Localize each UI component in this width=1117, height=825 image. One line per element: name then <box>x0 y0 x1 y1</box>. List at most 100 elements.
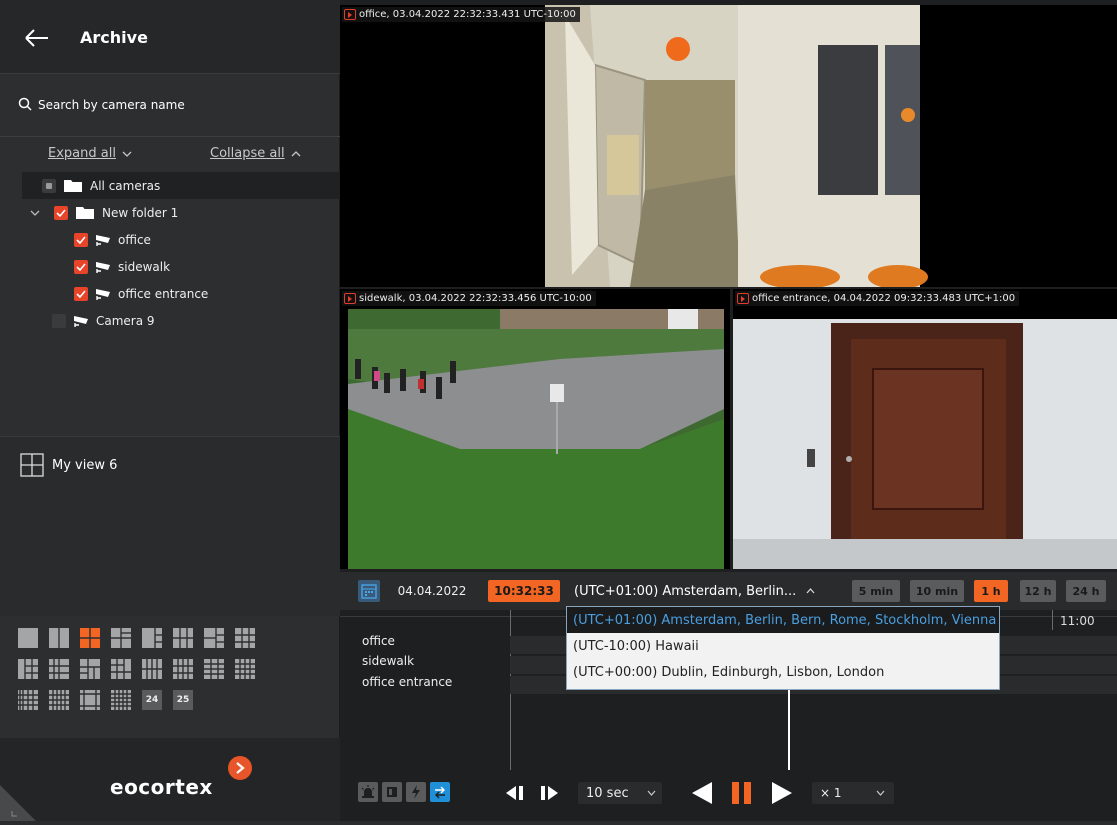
camera-icon <box>96 234 110 246</box>
scale-5min-button[interactable]: 5 min <box>852 580 900 602</box>
video-label-text: sidewalk, 03.04.2022 22:32:33.456 UTC-10… <box>359 293 592 304</box>
tree-item-label: sidewalk <box>118 259 171 274</box>
chevron-up-icon <box>806 588 815 594</box>
checkbox-partial[interactable] <box>42 178 56 193</box>
archive-record-icon <box>344 293 356 304</box>
video-tile-office[interactable]: office, 03.04.2022 22:32:33.431 UTC-10:0… <box>340 5 1117 287</box>
layout-option-icon[interactable] <box>18 659 38 679</box>
layout-option-icon[interactable] <box>80 628 100 648</box>
timezone-option[interactable]: (UTC+00:00) Dublin, Edinburgh, Lisbon, L… <box>567 659 999 685</box>
layout-option-icon[interactable] <box>111 690 131 710</box>
layout-option-icon[interactable] <box>235 628 255 648</box>
pause-icon[interactable] <box>730 780 754 810</box>
events-icon[interactable] <box>406 782 426 802</box>
chevron-down-icon <box>876 790 884 796</box>
layout-option-icon[interactable] <box>204 628 224 648</box>
folder-icon <box>76 207 94 219</box>
views-panel: My view 6 <box>0 436 340 616</box>
camera-icon <box>96 261 110 273</box>
calendar-icon[interactable] <box>358 580 380 602</box>
collapse-all-link[interactable]: Collapse all <box>210 146 301 161</box>
scale-1h-button[interactable]: 1 h <box>974 580 1008 602</box>
tree-item-office-entrance[interactable]: office entrance <box>22 280 340 307</box>
timeline-camera-label: office entrance <box>362 675 453 689</box>
timezone-dropdown: (UTC+01:00) Amsterdam, Berlin, Bern, Rom… <box>566 606 1000 690</box>
timezone-value: (UTC+01:00) Amsterdam, Berlin... <box>574 583 797 599</box>
grid-view-icon <box>20 453 44 477</box>
layout-option-number[interactable]: 25 <box>173 690 193 710</box>
bookmark-icon[interactable] <box>382 782 402 802</box>
alarm-icon[interactable] <box>358 782 378 802</box>
tree-item-office[interactable]: office <box>22 226 340 253</box>
search-placeholder: Search by camera name <box>38 98 185 112</box>
layout-option-icon[interactable] <box>173 628 193 648</box>
expand-all-link[interactable]: Expand all <box>48 146 132 161</box>
resize-corner-icon[interactable] <box>0 785 36 821</box>
speed-select[interactable]: × 1 <box>812 782 894 804</box>
play-icon[interactable] <box>770 780 794 810</box>
layout-option-icon[interactable] <box>18 628 38 648</box>
checkbox-checked[interactable] <box>74 259 88 274</box>
timezone-option[interactable]: (UTC-10:00) Hawaii <box>567 633 999 659</box>
play-reverse-icon[interactable] <box>690 780 714 810</box>
layout-option-icon[interactable] <box>80 690 100 710</box>
step-back-icon[interactable] <box>502 784 526 806</box>
camera-tree: All cameras New folder 1 office sidewalk… <box>22 172 340 334</box>
step-select[interactable]: 10 sec <box>578 782 662 804</box>
layout-option-icon[interactable] <box>111 659 131 679</box>
brand-logo-icon <box>228 756 252 780</box>
layout-option-icon[interactable] <box>142 628 162 648</box>
layout-option-icon[interactable] <box>18 690 38 710</box>
camera-icon <box>74 315 88 327</box>
tree-item-camera-9[interactable]: Camera 9 <box>22 307 340 334</box>
sidebar-header: Archive <box>0 0 340 74</box>
layout-option-icon[interactable] <box>142 659 162 679</box>
search-icon <box>18 97 32 114</box>
tree-item-label: Camera 9 <box>96 313 155 328</box>
step-value: 10 sec <box>586 785 629 801</box>
step-forward-icon[interactable] <box>538 784 562 806</box>
video-label-text: office entrance, 04.04.2022 09:32:33.483… <box>752 293 1016 304</box>
divider <box>0 136 340 137</box>
tree-item-new-folder-1[interactable]: New folder 1 <box>22 199 340 226</box>
layout-option-icon[interactable] <box>235 659 255 679</box>
timeline-tick-label: 11:00 <box>1060 614 1095 628</box>
back-arrow-icon[interactable] <box>22 25 52 51</box>
main-area: office, 03.04.2022 22:32:33.431 UTC-10:0… <box>340 0 1117 821</box>
collapse-all-label: Collapse all <box>210 146 285 161</box>
video-frame <box>340 289 730 569</box>
camera-search-input[interactable]: Search by camera name <box>18 95 318 115</box>
tree-item-label: office entrance <box>118 286 209 301</box>
date-field[interactable]: 04.04.2022 <box>388 580 476 602</box>
view-item[interactable]: My view 6 <box>20 453 117 477</box>
layout-option-number[interactable]: 24 <box>142 690 162 710</box>
timeline-tick <box>1052 610 1053 630</box>
video-label: sidewalk, 03.04.2022 22:32:33.456 UTC-10… <box>342 291 596 306</box>
tree-item-sidewalk[interactable]: sidewalk <box>22 253 340 280</box>
chevron-down-icon[interactable] <box>30 210 40 216</box>
scale-12h-button[interactable]: 12 h <box>1020 580 1056 602</box>
layout-option-icon[interactable] <box>49 690 69 710</box>
checkbox-checked[interactable] <box>74 286 88 301</box>
video-tile-office-entrance[interactable]: office entrance, 04.04.2022 09:32:33.483… <box>733 289 1117 569</box>
playback-bar <box>340 770 1117 821</box>
timezone-select[interactable]: (UTC+01:00) Amsterdam, Berlin... <box>568 580 822 602</box>
checkbox-checked[interactable] <box>74 232 88 247</box>
layout-option-icon[interactable] <box>80 659 100 679</box>
layout-option-icon[interactable] <box>49 659 69 679</box>
timezone-option[interactable]: (UTC+01:00) Amsterdam, Berlin, Bern, Rom… <box>567 607 999 633</box>
scale-24h-button[interactable]: 24 h <box>1066 580 1106 602</box>
sidebar: Archive Search by camera name Expand all… <box>0 0 340 821</box>
scale-10min-button[interactable]: 10 min <box>910 580 964 602</box>
tree-item-all-cameras[interactable]: All cameras <box>22 172 340 199</box>
checkbox-checked[interactable] <box>54 205 68 220</box>
layout-option-icon[interactable] <box>49 628 69 648</box>
sync-icon[interactable] <box>430 782 450 802</box>
layout-option-icon[interactable] <box>173 659 193 679</box>
archive-control-bar: 04.04.2022 10:32:33 (UTC+01:00) Amsterda… <box>340 572 1117 610</box>
time-field[interactable]: 10:32:33 <box>488 580 560 602</box>
checkbox-unchecked[interactable] <box>52 313 66 328</box>
video-tile-sidewalk[interactable]: sidewalk, 03.04.2022 22:32:33.456 UTC-10… <box>340 289 730 569</box>
layout-option-icon[interactable] <box>204 659 224 679</box>
layout-option-icon[interactable] <box>111 628 131 648</box>
